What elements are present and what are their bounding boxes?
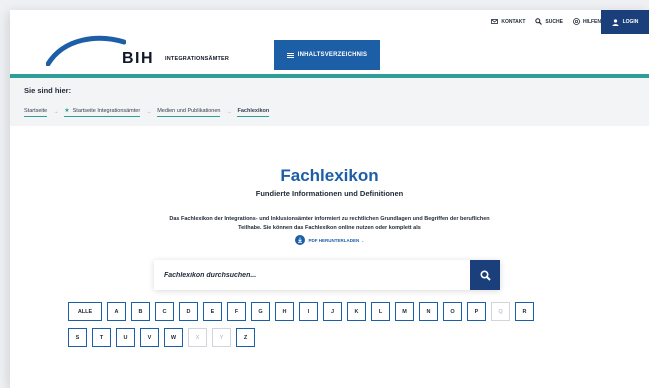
nav-contact[interactable]: KONTAKT: [491, 19, 525, 25]
pdf-download-link[interactable]: PDF HERUNTERLADEN .: [295, 235, 364, 245]
letter-z-button[interactable]: Z: [236, 328, 255, 347]
search-submit-button[interactable]: [470, 260, 500, 290]
breadcrumb-separator-icon: →: [146, 109, 152, 115]
search-icon: [479, 269, 491, 281]
letter-h-button[interactable]: H: [275, 302, 294, 321]
letter-y-button: Y: [212, 328, 231, 347]
letter-o-button[interactable]: O: [443, 302, 462, 321]
nav-search-label: SUCHE: [545, 18, 563, 25]
letter-w-button[interactable]: W: [164, 328, 183, 347]
breadcrumb-label: Startseite Integrationsämter: [72, 107, 141, 114]
intro-paragraph: Das Fachlexikon der Integrations- und In…: [169, 216, 490, 231]
letter-s-button[interactable]: S: [68, 328, 87, 347]
letter-r-button[interactable]: R: [515, 302, 534, 321]
letter-t-button[interactable]: T: [92, 328, 111, 347]
letter-v-button[interactable]: V: [140, 328, 159, 347]
breadcrumb-label: Medien und Publikationen: [157, 107, 221, 114]
letter-i-button[interactable]: I: [299, 302, 318, 321]
letter-c-button[interactable]: C: [155, 302, 174, 321]
lexicon-search: [154, 260, 500, 290]
letter-d-button[interactable]: D: [179, 302, 198, 321]
logo-arc-icon: [46, 35, 126, 66]
breadcrumb-item-integrationsaemter[interactable]: ★ Startseite Integrationsämter: [64, 107, 141, 117]
menu-icon: [286, 52, 294, 58]
nav-search[interactable]: SUCHE: [535, 18, 563, 25]
login-button[interactable]: LOGIN: [601, 10, 649, 34]
breadcrumb-label: Startseite: [24, 107, 48, 114]
breadcrumb: Sie sind hier: Startseite → ★ Startseite…: [10, 78, 649, 126]
letter-m-button[interactable]: M: [395, 302, 414, 321]
breadcrumb-item-home[interactable]: Startseite: [24, 107, 48, 117]
toc-label: INHALTSVERZEICHNIS: [297, 52, 368, 58]
letter-l-button[interactable]: L: [371, 302, 390, 321]
letter-k-button[interactable]: K: [347, 302, 366, 321]
breadcrumb-trail: Startseite → ★ Startseite Integrationsäm…: [24, 107, 635, 117]
site-header: BIH INTEGRATIONSÄMTER INHALTSVERZEICHNIS…: [10, 10, 649, 74]
intro-text: Das Fachlexikon der Integrations- und In…: [165, 215, 495, 247]
user-icon: [612, 18, 619, 26]
breadcrumb-separator-icon: →: [53, 109, 59, 115]
letter-u-button[interactable]: U: [116, 328, 135, 347]
letter-b-button[interactable]: B: [131, 302, 150, 321]
letter-g-button[interactable]: G: [251, 302, 270, 321]
breadcrumb-item-publikationen[interactable]: Medien und Publikationen: [157, 107, 221, 117]
letter-all-button[interactable]: ALLE: [68, 302, 102, 321]
letter-p-button[interactable]: P: [467, 302, 486, 321]
nav-contact-label: KONTAKT: [501, 18, 526, 25]
logo-text: BIH: [122, 50, 155, 67]
letter-x-button: X: [188, 328, 207, 347]
letter-q-button: Q: [491, 302, 510, 321]
alphabet-row: STUVWXYZ: [68, 328, 608, 347]
search-icon: [535, 18, 543, 25]
star-icon: ★: [64, 108, 70, 114]
alphabet-filter: ALLE ABCDEFGHIJKLMNOPQR STUVWXYZ: [68, 302, 608, 354]
search-input[interactable]: [154, 260, 470, 290]
login-label: LOGIN: [622, 19, 639, 25]
alphabet-row: ALLE ABCDEFGHIJKLMNOPQR: [68, 302, 608, 321]
mail-icon: [491, 19, 499, 24]
nav-help-label: HILFEN: [582, 18, 601, 25]
main-content: Fachlexikon Fundierte Informationen und …: [10, 166, 649, 247]
breadcrumb-label: Fachlexikon: [237, 107, 270, 114]
letter-j-button[interactable]: J: [323, 302, 342, 321]
breadcrumb-title: Sie sind hier:: [24, 86, 72, 95]
pdf-download-label: PDF HERUNTERLADEN: [308, 237, 360, 243]
top-navigation: KONTAKT SUCHE HILFEN: [491, 18, 601, 25]
letter-n-button[interactable]: N: [419, 302, 438, 321]
letter-f-button[interactable]: F: [227, 302, 246, 321]
letter-e-button[interactable]: E: [203, 302, 222, 321]
breadcrumb-separator-icon: →: [226, 109, 232, 115]
letter-a-button[interactable]: A: [107, 302, 126, 321]
table-of-contents-button[interactable]: INHALTSVERZEICHNIS: [274, 40, 380, 70]
page: BIH INTEGRATIONSÄMTER INHALTSVERZEICHNIS…: [10, 10, 649, 388]
page-title: Fachlexikon: [280, 166, 379, 185]
logo-subtitle: INTEGRATIONSÄMTER: [165, 56, 230, 62]
bih-logo[interactable]: BIH INTEGRATIONSÄMTER: [46, 32, 229, 67]
help-icon: [573, 18, 580, 25]
page-subtitle: Fundierte Informationen und Definitionen: [255, 189, 404, 198]
download-icon: [295, 235, 306, 245]
breadcrumb-item-current: Fachlexikon: [237, 107, 270, 117]
pdf-link-suffix: .: [362, 237, 364, 243]
nav-help[interactable]: HILFEN: [573, 18, 601, 25]
